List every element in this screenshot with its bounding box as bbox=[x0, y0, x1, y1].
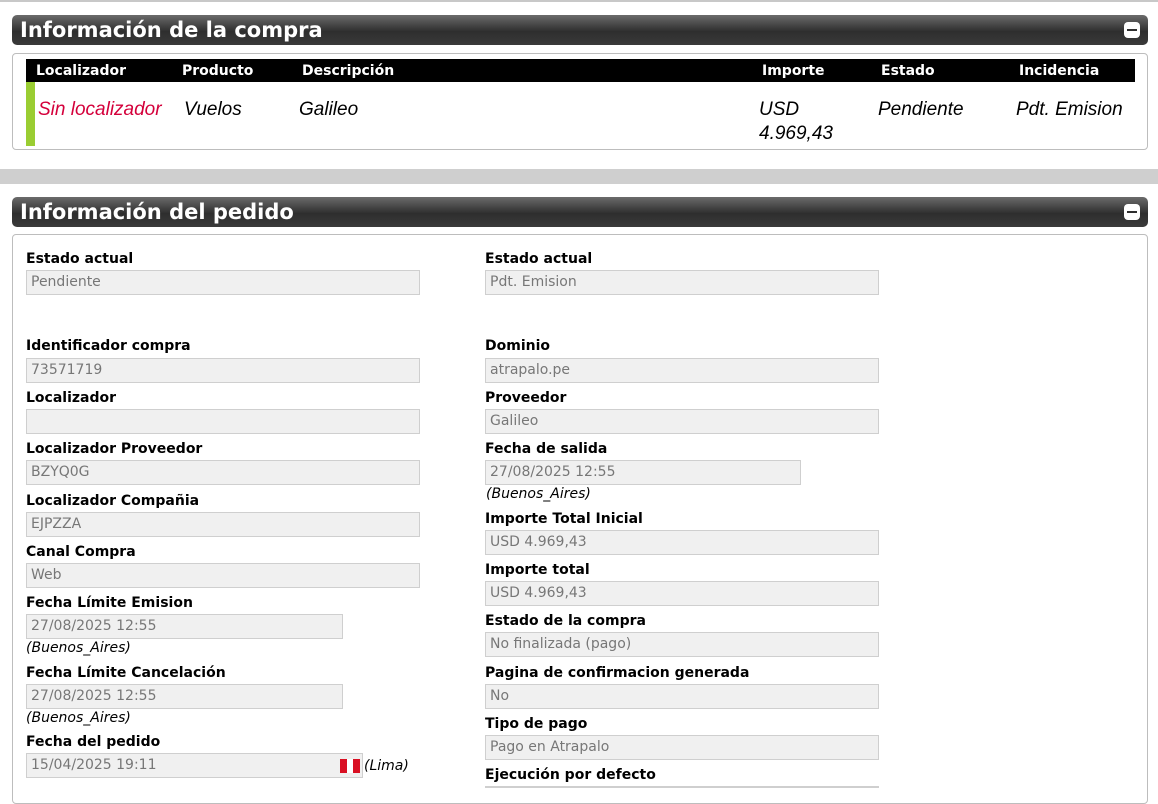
col-producto: Producto bbox=[182, 63, 254, 79]
estado-actual-incidencia-field[interactable]: Pdt. Emision bbox=[485, 270, 879, 295]
label-canal-compra: Canal Compra bbox=[26, 544, 136, 560]
fecha-pedido-timezone: (Lima) bbox=[364, 758, 409, 774]
label-estado-actual: Estado actual bbox=[26, 251, 134, 267]
label-localizador-compania: Localizador Compañia bbox=[26, 493, 200, 509]
label-proveedor: Proveedor bbox=[485, 390, 567, 406]
label-pagina-confirmacion: Pagina de confirmacion generada bbox=[485, 665, 750, 681]
label-ejecucion-defecto: Ejecución por defecto bbox=[485, 767, 656, 783]
label-importe-total: Importe total bbox=[485, 562, 590, 578]
status-bar bbox=[26, 82, 35, 146]
localizador-proveedor-field[interactable]: BZYQ0G bbox=[26, 460, 420, 485]
fecha-limite-cancelacion-field[interactable]: 27/08/2025 12:55 bbox=[26, 684, 343, 709]
col-incidencia: Incidencia bbox=[1019, 63, 1100, 79]
label-fecha-limite-cancelacion: Fecha Límite Cancelación bbox=[26, 665, 226, 681]
label-estado-compra: Estado de la compra bbox=[485, 613, 646, 629]
fecha-limite-cancelacion-timezone: (Buenos_Aires) bbox=[26, 710, 131, 726]
estado-compra-field[interactable]: No finalizada (pago) bbox=[485, 632, 879, 657]
label-dominio: Dominio bbox=[485, 338, 551, 354]
estado-actual-field[interactable]: Pendiente bbox=[26, 270, 420, 295]
purchase-table-header: Localizador Producto Descripción Importe… bbox=[26, 59, 1135, 82]
collapse-minus-icon[interactable] bbox=[1124, 204, 1140, 220]
dominio-field[interactable]: atrapalo.pe bbox=[485, 358, 879, 383]
col-estado: Estado bbox=[881, 63, 935, 79]
label-fecha-pedido: Fecha del pedido bbox=[26, 734, 161, 750]
label-identificador-compra: Identificador compra bbox=[26, 338, 191, 354]
canal-compra-field[interactable]: Web bbox=[26, 563, 420, 588]
col-importe: Importe bbox=[762, 63, 825, 79]
fecha-salida-field[interactable]: 27/08/2025 12:55 bbox=[485, 460, 801, 485]
cell-producto: Vuelos bbox=[184, 99, 242, 120]
cell-importe-amount: 4.969,43 bbox=[759, 123, 833, 144]
label-estado-actual-incidencia: Estado actual bbox=[485, 251, 593, 267]
label-fecha-limite-emision: Fecha Límite Emision bbox=[26, 595, 193, 611]
purchase-table: Localizador Producto Descripción Importe… bbox=[12, 53, 1148, 150]
fecha-salida-timezone: (Buenos_Aires) bbox=[486, 486, 591, 502]
pagina-confirmacion-field[interactable]: No bbox=[485, 684, 879, 709]
label-localizador-proveedor: Localizador Proveedor bbox=[26, 441, 203, 457]
fecha-limite-emision-field[interactable]: 27/08/2025 12:55 bbox=[26, 614, 343, 639]
proveedor-field[interactable]: Galileo bbox=[485, 409, 879, 434]
section-separator bbox=[0, 169, 1158, 184]
col-localizador: Localizador bbox=[36, 63, 127, 79]
cell-importe-currency: USD bbox=[759, 99, 800, 120]
label-tipo-pago: Tipo de pago bbox=[485, 716, 588, 732]
fecha-limite-emision-timezone: (Buenos_Aires) bbox=[26, 640, 131, 656]
tipo-pago-field[interactable]: Pago en Atrapalo bbox=[485, 735, 879, 760]
localizador-field[interactable] bbox=[26, 409, 420, 434]
cell-incidencia: Pdt. Emision bbox=[1016, 99, 1123, 120]
purchase-panel-header: Información de la compra bbox=[12, 15, 1148, 45]
order-panel-title: Información del pedido bbox=[20, 200, 294, 224]
cell-estado: Pendiente bbox=[878, 99, 964, 120]
top-divider bbox=[0, 0, 1158, 2]
importe-total-inicial-field[interactable]: USD 4.969,43 bbox=[485, 530, 879, 555]
peru-flag-icon bbox=[340, 759, 360, 773]
order-panel-header: Información del pedido bbox=[12, 197, 1148, 227]
collapse-minus-icon[interactable] bbox=[1124, 22, 1140, 38]
label-fecha-salida: Fecha de salida bbox=[485, 441, 608, 457]
localizador-compania-field[interactable]: EJPZZA bbox=[26, 512, 420, 537]
col-descripcion: Descripción bbox=[302, 63, 395, 79]
importe-total-field[interactable]: USD 4.969,43 bbox=[485, 581, 879, 606]
cell-localizador[interactable]: Sin localizador bbox=[38, 98, 162, 122]
label-importe-total-inicial: Importe Total Inicial bbox=[485, 511, 643, 527]
fecha-pedido-field[interactable]: 15/04/2025 19:11 bbox=[26, 753, 363, 778]
purchase-panel-title: Información de la compra bbox=[20, 18, 323, 42]
label-localizador: Localizador bbox=[26, 390, 117, 406]
identificador-compra-field[interactable]: 73571719 bbox=[26, 358, 420, 383]
cell-descripcion: Galileo bbox=[299, 99, 359, 120]
